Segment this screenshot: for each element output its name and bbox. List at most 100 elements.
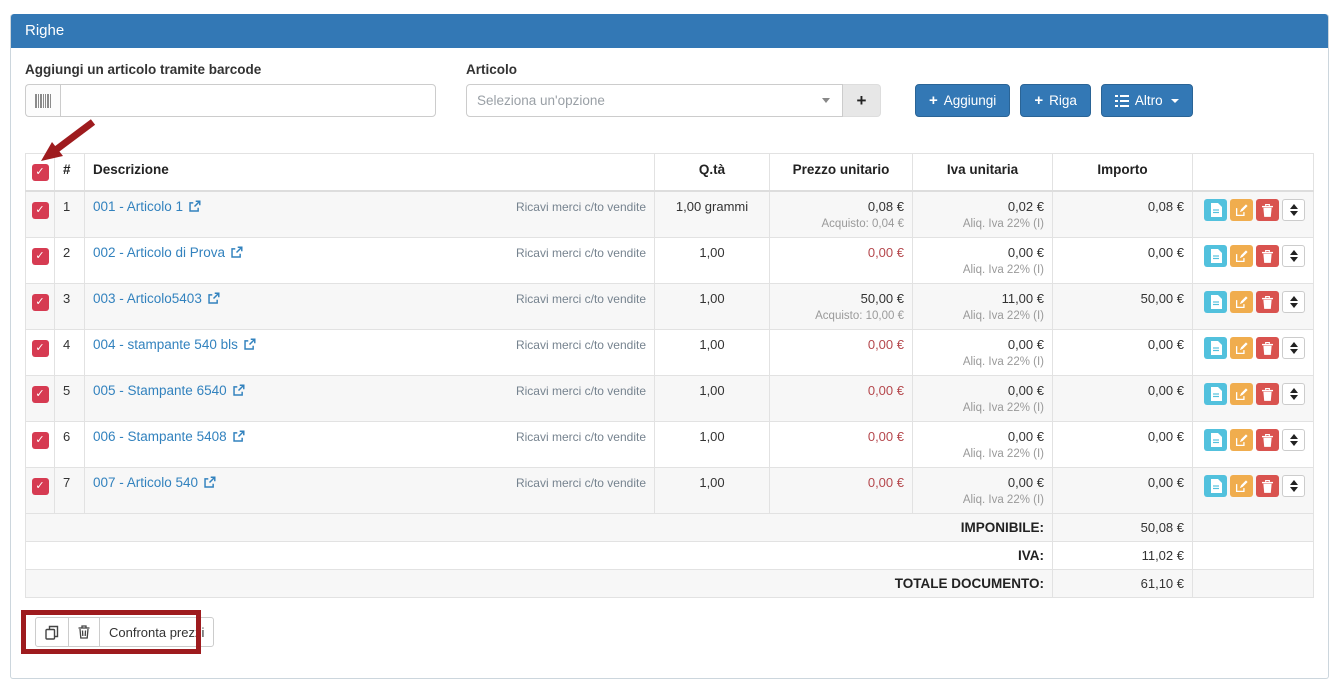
row-delete-button[interactable] — [1256, 291, 1279, 313]
amount-value: 0,00 € — [1053, 376, 1193, 422]
row-detail-button[interactable] — [1204, 199, 1227, 221]
panel-header: Righe — [11, 14, 1328, 48]
revenue-account-label: Ricavi merci c/to vendite — [516, 245, 646, 260]
row-delete-button[interactable] — [1256, 383, 1279, 405]
row-detail-button[interactable] — [1204, 383, 1227, 405]
table-body: 1 001 - Articolo 1 Ricavi merci c/to ven… — [26, 191, 1314, 514]
row-sort-handle[interactable] — [1282, 337, 1305, 359]
row-checkbox[interactable] — [32, 202, 49, 219]
article-link-label: 002 - Articolo di Prova — [93, 245, 225, 260]
confronta-prezzi-button[interactable]: Confronta prezzi — [99, 617, 214, 647]
sort-icon — [1290, 434, 1298, 439]
amount-value: 0,00 € — [1053, 468, 1193, 514]
article-link[interactable]: 003 - Articolo5403 — [93, 291, 220, 306]
article-link[interactable]: 001 - Articolo 1 — [93, 199, 201, 214]
article-link-label: 004 - stampante 540 bls — [93, 337, 238, 352]
row-sort-handle[interactable] — [1282, 291, 1305, 313]
unit-vat-value: 0,00 € — [921, 475, 1044, 490]
row-detail-button[interactable] — [1204, 291, 1227, 313]
sort-icon — [1290, 257, 1298, 262]
toolbar: Aggiungi un articolo tramite barcode — [25, 62, 1314, 117]
sort-icon — [1290, 480, 1298, 485]
article-link[interactable]: 005 - Stampante 6540 — [93, 383, 245, 398]
row-checkbox[interactable] — [32, 478, 49, 495]
vat-rate-subline: Aliq. Iva 22% (I) — [921, 494, 1044, 506]
row-number: 7 — [55, 468, 85, 514]
table-row: 4 004 - stampante 540 bls Ricavi merci c… — [26, 330, 1314, 376]
article-link-label: 005 - Stampante 6540 — [93, 383, 227, 398]
row-sort-handle[interactable] — [1282, 429, 1305, 451]
totale-documento-label: TOTALE DOCUMENTO: — [26, 570, 1053, 598]
row-checkbox[interactable] — [32, 340, 49, 357]
vat-rate-subline: Aliq. Iva 22% (I) — [921, 356, 1044, 368]
row-edit-button[interactable] — [1230, 383, 1253, 405]
document-icon — [1210, 387, 1222, 401]
purchase-price-subline: Acquisto: 10,00 € — [778, 310, 904, 322]
row-delete-button[interactable] — [1256, 429, 1279, 451]
row-edit-button[interactable] — [1230, 291, 1253, 313]
row-detail-button[interactable] — [1204, 337, 1227, 359]
list-icon — [1115, 95, 1129, 107]
row-sort-handle[interactable] — [1282, 475, 1305, 497]
barcode-label: Aggiungi un articolo tramite barcode — [25, 62, 436, 77]
external-link-icon — [188, 200, 201, 213]
rows-table-wrap: # Descrizione Q.tà Prezzo unitario Iva u… — [25, 153, 1314, 598]
altro-dropdown-button[interactable]: Altro — [1101, 84, 1193, 117]
col-header-num: # — [55, 154, 85, 192]
duplicate-rows-button[interactable] — [35, 617, 69, 647]
col-header-qta: Q.tà — [655, 154, 770, 192]
article-select[interactable]: Seleziona un'opzione — [466, 84, 843, 117]
copy-icon — [45, 625, 59, 640]
row-checkbox[interactable] — [32, 432, 49, 449]
trash-icon — [1262, 204, 1273, 217]
row-edit-button[interactable] — [1230, 337, 1253, 359]
external-link-icon — [243, 338, 256, 351]
row-edit-button[interactable] — [1230, 245, 1253, 267]
aggiungi-button[interactable]: Aggiungi — [915, 84, 1010, 117]
row-edit-button[interactable] — [1230, 429, 1253, 451]
quantity-value: 1,00 — [655, 468, 770, 514]
row-checkbox[interactable] — [32, 248, 49, 265]
row-checkbox[interactable] — [32, 294, 49, 311]
revenue-account-label: Ricavi merci c/to vendite — [516, 429, 646, 444]
row-delete-button[interactable] — [1256, 475, 1279, 497]
article-link[interactable]: 006 - Stampante 5408 — [93, 429, 245, 444]
row-sort-handle[interactable] — [1282, 245, 1305, 267]
barcode-input[interactable] — [60, 84, 436, 117]
row-edit-button[interactable] — [1230, 475, 1253, 497]
sort-icon — [1290, 349, 1298, 354]
document-icon — [1210, 203, 1222, 217]
row-edit-button[interactable] — [1230, 199, 1253, 221]
amount-value: 0,00 € — [1053, 238, 1193, 284]
imponibile-value: 50,08 € — [1053, 514, 1193, 542]
delete-rows-button[interactable] — [68, 617, 100, 647]
row-sort-handle[interactable] — [1282, 383, 1305, 405]
vat-rate-subline: Aliq. Iva 22% (I) — [921, 264, 1044, 276]
row-detail-button[interactable] — [1204, 475, 1227, 497]
article-link-label: 007 - Articolo 540 — [93, 475, 198, 490]
panel-title: Righe — [25, 22, 64, 39]
row-delete-button[interactable] — [1256, 199, 1279, 221]
col-header-actions — [1193, 154, 1314, 192]
select-all-checkbox[interactable] — [32, 164, 49, 181]
edit-icon — [1235, 480, 1248, 493]
add-article-button[interactable] — [843, 84, 881, 117]
sort-icon — [1290, 342, 1298, 347]
row-delete-button[interactable] — [1256, 337, 1279, 359]
external-link-icon — [203, 476, 216, 489]
article-link[interactable]: 004 - stampante 540 bls — [93, 337, 256, 352]
article-link[interactable]: 002 - Articolo di Prova — [93, 245, 243, 260]
row-number: 2 — [55, 238, 85, 284]
row-delete-button[interactable] — [1256, 245, 1279, 267]
row-detail-button[interactable] — [1204, 245, 1227, 267]
row-checkbox[interactable] — [32, 386, 49, 403]
barcode-addon — [25, 84, 60, 117]
riga-button[interactable]: Riga — [1020, 84, 1091, 117]
article-link[interactable]: 007 - Articolo 540 — [93, 475, 216, 490]
document-icon — [1210, 295, 1222, 309]
document-icon — [1210, 249, 1222, 263]
col-header-descrizione: Descrizione — [85, 154, 655, 192]
edit-icon — [1235, 204, 1248, 217]
row-sort-handle[interactable] — [1282, 199, 1305, 221]
row-detail-button[interactable] — [1204, 429, 1227, 451]
